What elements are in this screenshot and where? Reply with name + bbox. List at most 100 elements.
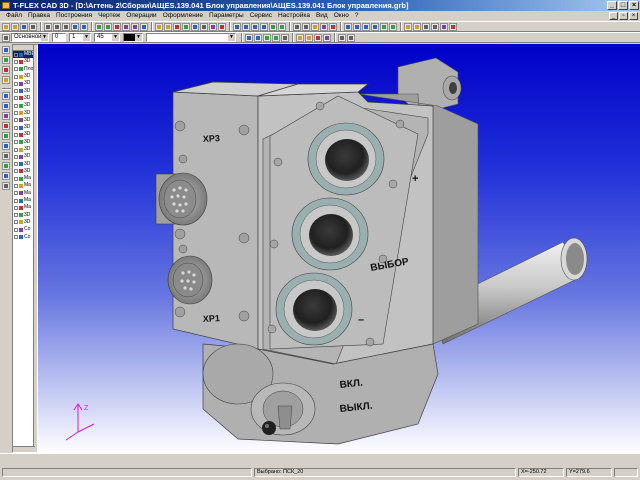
align-icon[interactable] xyxy=(272,33,280,42)
axis-icon[interactable] xyxy=(2,152,10,160)
expand-icon[interactable] xyxy=(14,67,18,72)
refresh-icon[interactable] xyxy=(338,33,346,42)
redo-icon[interactable] xyxy=(80,22,88,31)
light-icon[interactable] xyxy=(320,22,328,31)
expand-icon[interactable] xyxy=(14,81,18,86)
chamfer-icon[interactable] xyxy=(191,22,199,31)
view-front-icon[interactable] xyxy=(344,22,352,31)
assembly-icon[interactable] xyxy=(2,182,10,190)
link-icon[interactable] xyxy=(314,33,322,42)
shell-icon[interactable] xyxy=(200,22,208,31)
lcs-icon[interactable] xyxy=(389,22,397,31)
expand-icon[interactable] xyxy=(14,169,18,174)
expand-icon[interactable] xyxy=(14,103,18,108)
color-index-field[interactable]: 1 ▼ xyxy=(69,33,91,42)
view-top-icon[interactable] xyxy=(353,22,361,31)
material-icon[interactable] xyxy=(2,172,10,180)
page-icon[interactable] xyxy=(296,33,304,42)
expand-icon[interactable] xyxy=(14,59,18,64)
body-icon[interactable] xyxy=(2,76,10,84)
snap-grid-icon[interactable] xyxy=(245,33,253,42)
dimension-tool-icon[interactable] xyxy=(122,22,130,31)
section-icon[interactable] xyxy=(218,22,226,31)
menu-settings[interactable]: Настройка xyxy=(275,11,313,21)
wireframe-icon[interactable] xyxy=(293,22,301,31)
circle-tool-icon[interactable] xyxy=(104,22,112,31)
paste-icon[interactable] xyxy=(62,22,70,31)
orbit-icon[interactable] xyxy=(278,22,286,31)
menu-drawing[interactable]: Чертеж xyxy=(95,11,123,21)
expand-icon[interactable] xyxy=(14,154,18,159)
properties-icon[interactable] xyxy=(413,22,421,31)
expand-icon[interactable] xyxy=(14,205,18,210)
expand-icon[interactable] xyxy=(14,96,18,101)
boolean-icon[interactable] xyxy=(173,22,181,31)
3d-viewport[interactable]: ХР3 ХР1 + – ВЫБОР ВКЛ. ВЫКЛ. Z xyxy=(38,44,640,453)
new-file-icon[interactable] xyxy=(2,22,10,31)
minimize-button[interactable]: _ xyxy=(607,1,617,10)
zoom-in-icon[interactable] xyxy=(233,22,241,31)
maximize-button[interactable]: □ xyxy=(618,1,628,10)
snap-node-icon[interactable] xyxy=(254,33,262,42)
expand-icon[interactable] xyxy=(14,227,18,232)
expand-icon[interactable] xyxy=(14,147,18,152)
expand-icon[interactable] xyxy=(14,213,18,218)
menu-help[interactable]: ? xyxy=(352,11,362,21)
menu-view[interactable]: Вид xyxy=(313,11,331,21)
expand-icon[interactable] xyxy=(14,52,18,57)
menu-service[interactable]: Сервис xyxy=(247,11,275,21)
layers-icon[interactable] xyxy=(422,22,430,31)
expand-icon[interactable] xyxy=(14,125,18,130)
expand-icon[interactable] xyxy=(14,183,18,188)
tree-scrollbar[interactable] xyxy=(13,446,35,452)
node-tool-icon[interactable] xyxy=(113,22,121,31)
ortho-icon[interactable] xyxy=(263,33,271,42)
menu-annotation[interactable]: Оформление xyxy=(160,11,206,21)
profile-icon[interactable] xyxy=(2,66,10,74)
plane-icon[interactable] xyxy=(2,142,10,150)
expand-icon[interactable] xyxy=(14,176,18,181)
model-tree-icon[interactable] xyxy=(440,22,448,31)
measure-icon[interactable] xyxy=(404,22,412,31)
rotate-op-icon[interactable] xyxy=(164,22,172,31)
menu-operations[interactable]: Операции xyxy=(123,11,159,21)
menu-file[interactable]: Файл xyxy=(3,11,25,21)
menu-window[interactable]: Окно xyxy=(331,11,352,21)
panel-splitter[interactable] xyxy=(33,45,37,452)
menu-construct[interactable]: Построения xyxy=(53,11,95,21)
view-iso-icon[interactable] xyxy=(371,22,379,31)
fragment-icon[interactable] xyxy=(305,33,313,42)
menu-parameters[interactable]: Параметры xyxy=(206,11,247,21)
undo-icon[interactable] xyxy=(71,22,79,31)
print-icon[interactable] xyxy=(29,22,37,31)
expand-icon[interactable] xyxy=(14,89,18,94)
doc-restore-button[interactable]: ▫ xyxy=(619,12,628,20)
copy-icon[interactable] xyxy=(53,22,61,31)
spiral-icon[interactable] xyxy=(2,112,10,120)
text-tool-icon[interactable] xyxy=(131,22,139,31)
hatch-tool-icon[interactable] xyxy=(140,22,148,31)
sweep-icon[interactable] xyxy=(2,132,10,140)
close-button[interactable]: × xyxy=(629,1,639,10)
lock-icon[interactable] xyxy=(281,33,289,42)
expand-icon[interactable] xyxy=(14,111,18,116)
shaded-icon[interactable] xyxy=(302,22,310,31)
loft-icon[interactable] xyxy=(2,122,10,130)
cut-icon[interactable] xyxy=(44,22,52,31)
render-icon[interactable] xyxy=(311,22,319,31)
color-swatch[interactable]: ▼ xyxy=(123,33,143,42)
line-tool-icon[interactable] xyxy=(95,22,103,31)
expand-icon[interactable] xyxy=(14,191,18,196)
zoom-fit-icon[interactable] xyxy=(260,22,268,31)
line-width-field[interactable]: 0 xyxy=(52,33,66,42)
expand-icon[interactable] xyxy=(14,118,18,123)
app-icon[interactable] xyxy=(2,2,10,9)
cylinder-icon[interactable] xyxy=(2,102,10,110)
expand-icon[interactable] xyxy=(14,74,18,79)
regenerate-icon[interactable] xyxy=(347,33,355,42)
view-left-icon[interactable] xyxy=(362,22,370,31)
doc-close-button[interactable]: × xyxy=(629,12,638,20)
zoom-window-icon[interactable] xyxy=(251,22,259,31)
tree-toggle-icon[interactable] xyxy=(2,46,10,54)
extrude-icon[interactable] xyxy=(155,22,163,31)
